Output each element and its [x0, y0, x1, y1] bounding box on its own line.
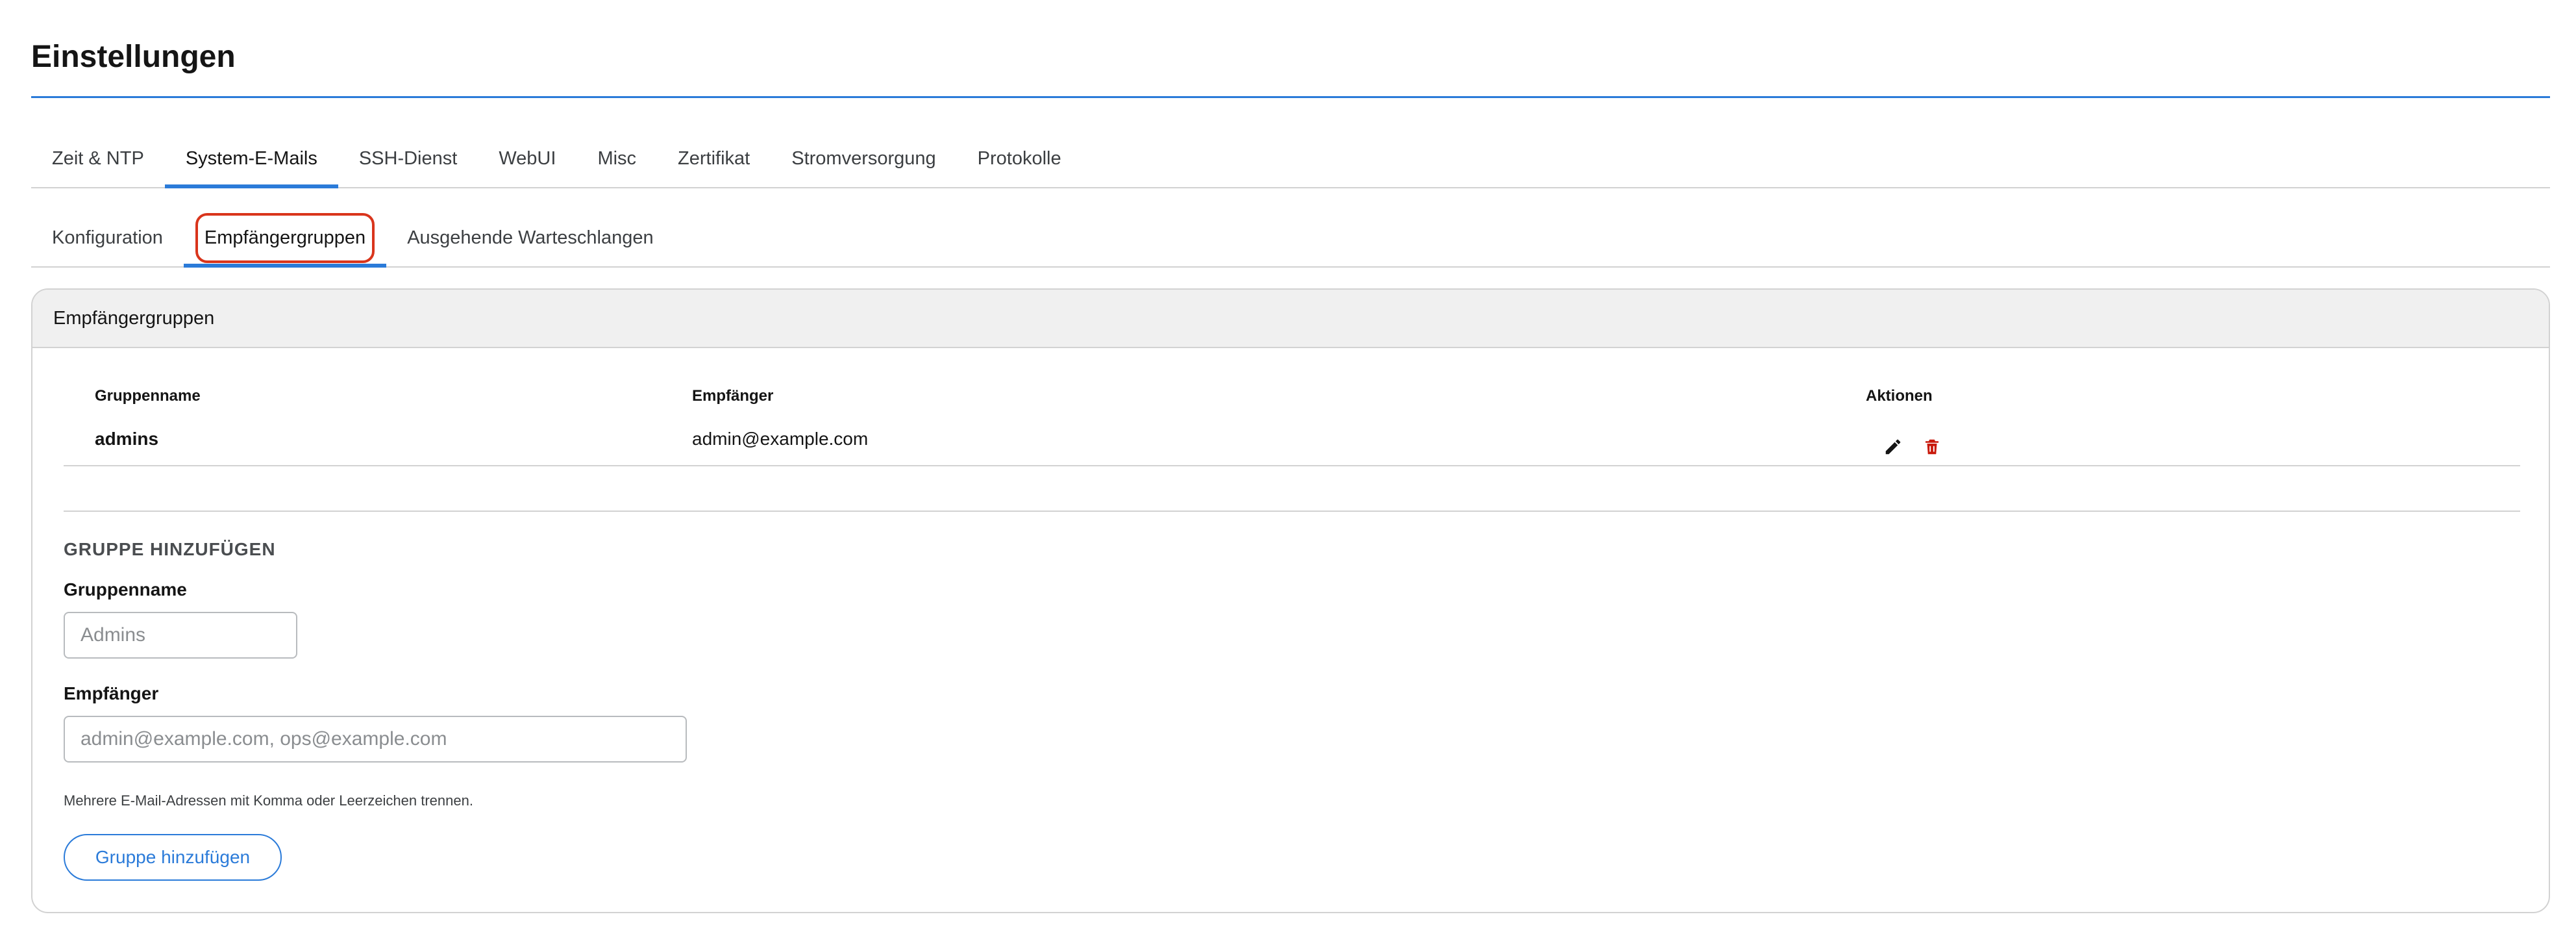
group-name-cell: admins: [95, 429, 159, 449]
section-divider: [64, 511, 2520, 512]
page-title: Einstellungen: [31, 40, 236, 74]
subtab-label: Konfiguration: [52, 227, 163, 248]
tab-stromversorgung[interactable]: Stromversorgung: [771, 130, 956, 187]
tab-webui[interactable]: WebUI: [478, 130, 576, 187]
group-recipients-cell: admin@example.com: [692, 429, 869, 449]
settings-tabs: Zeit & NTP System-E-Mails SSH-Dienst Web…: [31, 130, 2550, 188]
column-header-recipients: Empfänger: [692, 387, 774, 405]
recipients-input[interactable]: [64, 716, 687, 763]
tab-system-e-mails[interactable]: System-E-Mails: [164, 130, 338, 188]
subtab-label: Ausgehende Warteschlangen: [407, 227, 654, 248]
row-actions: [1881, 435, 1944, 459]
tab-ssh-dienst[interactable]: SSH-Dienst: [338, 130, 478, 187]
column-header-actions: Aktionen: [1866, 387, 1933, 405]
pencil-icon[interactable]: [1881, 435, 1905, 459]
group-name-input[interactable]: [64, 612, 297, 659]
trash-icon[interactable]: [1920, 435, 1944, 459]
tab-label: Misc: [597, 147, 637, 169]
tab-label: Protokolle: [977, 147, 1061, 169]
add-group-heading: GRUPPE HINZUFÜGEN: [64, 539, 276, 559]
subtab-konfiguration[interactable]: Konfiguration: [31, 209, 184, 266]
card-title: Empfängergruppen: [32, 290, 2549, 348]
tab-label: WebUI: [499, 147, 556, 169]
email-subtabs: Konfiguration Empfängergruppen Ausgehend…: [31, 209, 2550, 268]
subtab-label: Empfängergruppen: [195, 212, 375, 263]
settings-page: Einstellungen Zeit & NTP System-E-Mails …: [0, 0, 2576, 934]
recipients-label: Empfänger: [64, 683, 159, 703]
tab-zertifikat[interactable]: Zertifikat: [657, 130, 771, 187]
column-header-name: Gruppenname: [95, 387, 201, 405]
tab-misc[interactable]: Misc: [576, 130, 657, 187]
tab-label: System-E-Mails: [185, 147, 317, 169]
table-header: Gruppenname Empfänger Aktionen: [64, 387, 2520, 413]
tab-label: Zertifikat: [678, 147, 750, 169]
add-group-button[interactable]: Gruppe hinzufügen: [64, 834, 282, 881]
tab-label: SSH-Dienst: [358, 147, 458, 169]
recipients-help-text: Mehrere E-Mail-Adressen mit Komma oder L…: [64, 792, 473, 809]
subtab-empfaengergruppen[interactable]: Empfängergruppen: [183, 209, 387, 268]
recipient-groups-card: Empfängergruppen Gruppenname Empfänger A…: [31, 288, 2550, 913]
tab-zeit-ntp[interactable]: Zeit & NTP: [31, 130, 165, 187]
tab-label: Zeit & NTP: [52, 147, 144, 169]
group-name-label: Gruppenname: [64, 579, 187, 600]
table-row: admins admin@example.com: [64, 429, 2520, 466]
subtab-ausgehende-warteschlangen[interactable]: Ausgehende Warteschlangen: [386, 209, 674, 266]
tab-label: Stromversorgung: [791, 147, 936, 169]
tab-protokolle[interactable]: Protokolle: [957, 130, 1082, 187]
title-divider: [31, 96, 2550, 98]
